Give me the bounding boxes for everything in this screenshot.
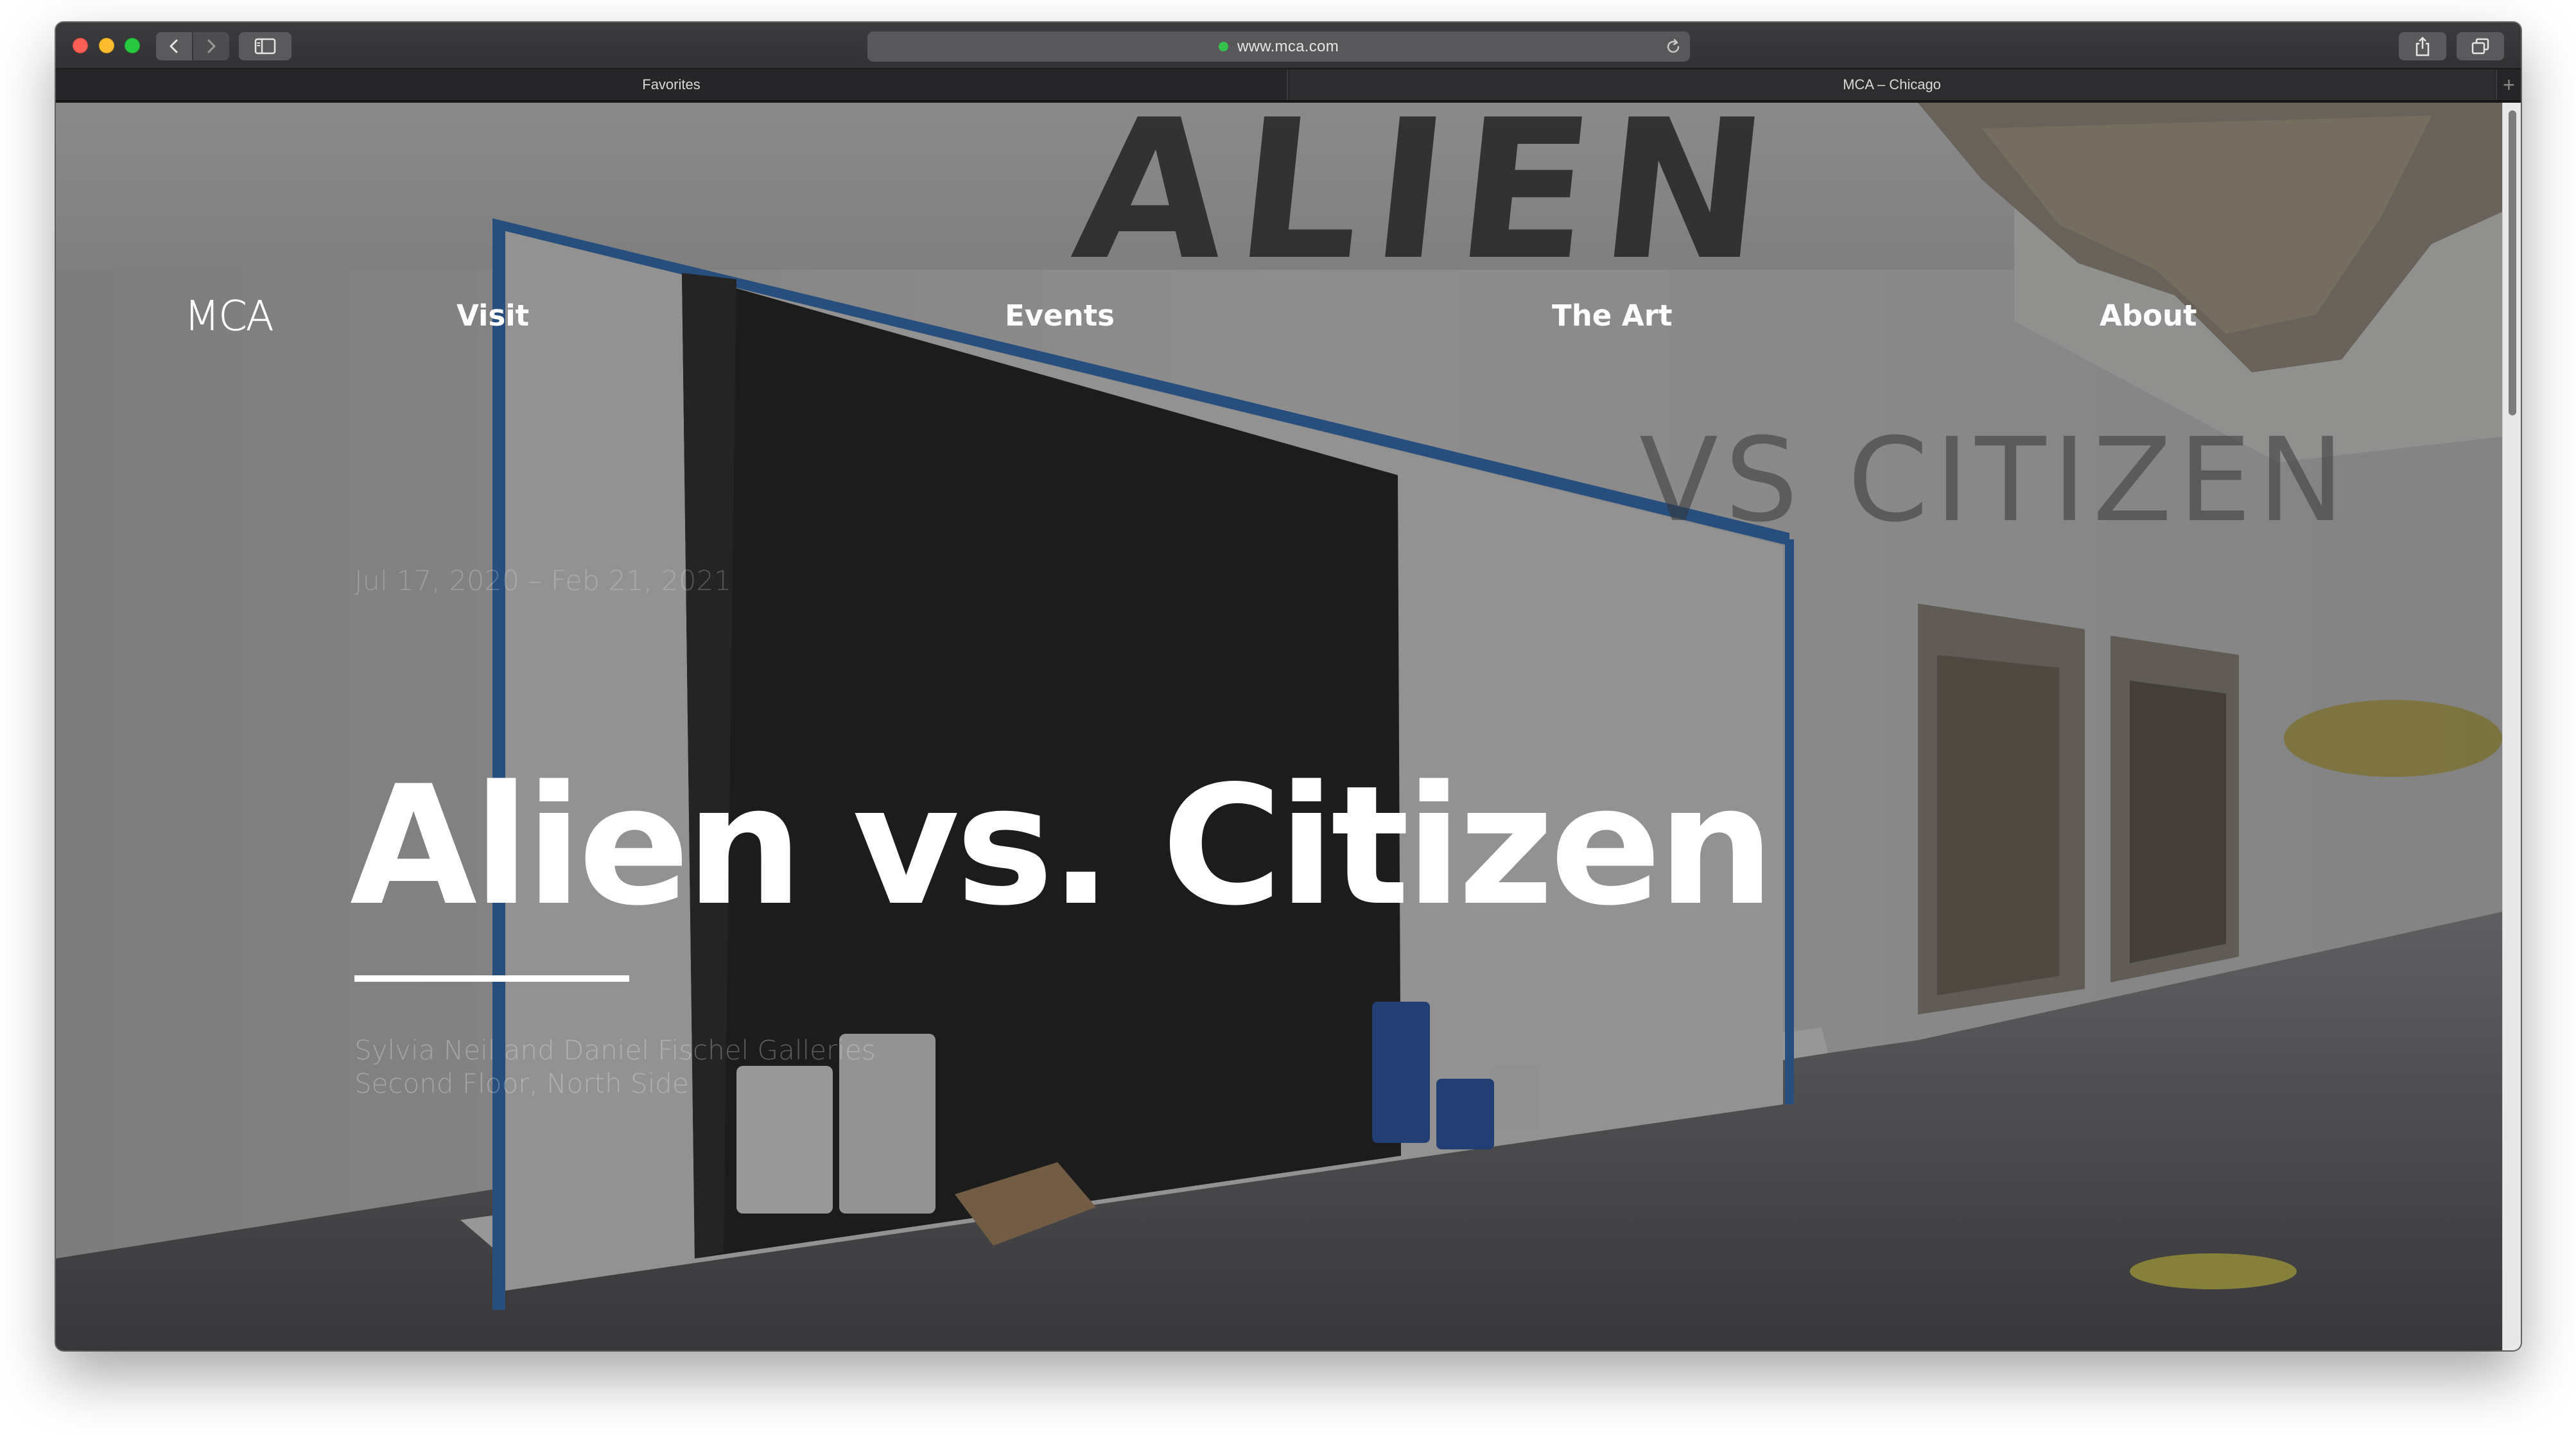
browser-window: www.mca.com Favorites MCA – Chicago + AL… — [56, 22, 2521, 1350]
maximize-window-button[interactable] — [125, 38, 140, 53]
location-gallery: Sylvia Neil and Daniel Fischel Galleries — [354, 1034, 876, 1066]
back-button[interactable] — [156, 32, 192, 60]
page-viewport: ALIEN VS CITIZEN MCA Visit Events The Ar… — [56, 103, 2502, 1350]
reload-icon[interactable] — [1664, 38, 1682, 56]
page-scrollbar[interactable] — [2502, 103, 2521, 1350]
hero-dark-overlay — [56, 103, 2502, 1350]
nav-visit[interactable]: Visit — [457, 299, 529, 333]
chevron-right-icon — [207, 39, 216, 53]
tabs-overview-icon — [2471, 38, 2489, 55]
tabs-overview-button[interactable] — [2457, 32, 2504, 60]
browser-toolbar: www.mca.com — [56, 22, 2521, 69]
nav-the-art[interactable]: The Art — [1552, 299, 1672, 333]
chevron-left-icon — [170, 39, 178, 53]
share-icon — [2415, 37, 2430, 57]
sidebar-toggle-button[interactable] — [239, 32, 292, 60]
url-text: www.mca.com — [1237, 37, 1339, 55]
nav-events[interactable]: Events — [1005, 299, 1115, 333]
sidebar-icon — [254, 38, 276, 55]
nav-about[interactable]: About — [2100, 299, 2197, 333]
location-floor: Second Floor, North Side — [354, 1068, 689, 1099]
forward-button[interactable] — [193, 32, 229, 60]
exhibition-location: Sylvia Neil and Daniel Fischel Galleries… — [354, 1034, 876, 1101]
exhibition-title: Alien vs. Citizen — [350, 751, 1775, 942]
address-bar[interactable]: www.mca.com — [867, 31, 1690, 62]
new-tab-button[interactable]: + — [2496, 69, 2521, 100]
secure-lock-icon — [1219, 42, 1228, 51]
site-logo[interactable]: MCA — [184, 293, 274, 341]
minimize-window-button[interactable] — [99, 38, 114, 53]
tab-favorites[interactable]: Favorites — [56, 69, 1288, 100]
tab-bar: Favorites MCA – Chicago + — [56, 69, 2521, 101]
tab-mca-chicago[interactable]: MCA – Chicago — [1289, 69, 2494, 100]
exhibition-dates: Jul 17, 2020 – Feb 21, 2021 — [354, 565, 732, 597]
share-button[interactable] — [2399, 32, 2446, 60]
scrollbar-thumb[interactable] — [2509, 110, 2516, 415]
close-window-button[interactable] — [73, 38, 88, 53]
title-underline — [354, 975, 629, 982]
